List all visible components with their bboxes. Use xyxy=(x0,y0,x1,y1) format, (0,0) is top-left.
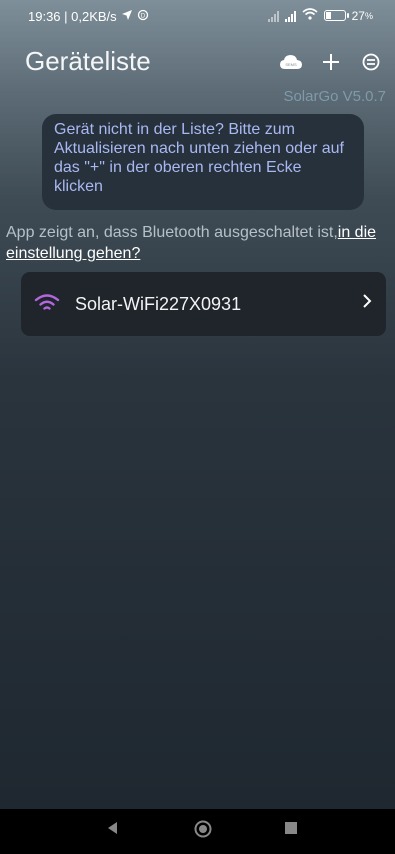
bluetooth-notice: App zeigt an, dass Bluetooth ausgeschalt… xyxy=(6,222,391,264)
svg-text:SEMS: SEMS xyxy=(285,62,297,67)
toolbar: SEMS xyxy=(279,50,383,74)
system-nav-bar xyxy=(0,809,395,854)
svg-text:D: D xyxy=(141,14,146,20)
notification-icon: D xyxy=(137,9,149,24)
location-arrow-icon xyxy=(121,9,133,24)
battery-level: 27 xyxy=(351,8,365,23)
home-icon[interactable] xyxy=(193,819,213,844)
plus-icon[interactable] xyxy=(319,50,343,74)
battery-icon xyxy=(323,10,349,21)
wifi-status-icon xyxy=(302,8,318,23)
hint-banner: Gerät nicht in der Liste? Bitte zum Aktu… xyxy=(42,114,364,210)
status-bar: 19:36 | 0,2KB/s D 27% xyxy=(0,0,395,30)
back-icon[interactable] xyxy=(105,820,119,841)
app-version: SolarGo V5.0.7 xyxy=(283,88,386,105)
wifi-icon xyxy=(33,292,61,314)
status-time-speed: 19:36 | 0,2KB/s xyxy=(28,9,117,24)
cloud-icon[interactable]: SEMS xyxy=(279,50,303,74)
page-title: Geräteliste xyxy=(25,46,151,76)
signal-icon xyxy=(267,10,279,22)
status-right: 27% xyxy=(267,8,373,23)
chevron-right-icon xyxy=(362,293,372,309)
device-list-item[interactable]: Solar-WiFi227X0931 xyxy=(21,272,386,336)
signal-icon xyxy=(284,10,296,22)
status-left: 19:36 | 0,2KB/s D xyxy=(28,9,149,24)
menu-icon[interactable] xyxy=(359,50,383,74)
recents-icon[interactable] xyxy=(284,821,298,840)
bluetooth-notice-text: App zeigt an, dass Bluetooth ausgeschalt… xyxy=(6,224,338,241)
device-name: Solar-WiFi227X0931 xyxy=(75,294,242,314)
top-bar: Geräteliste SEMS xyxy=(0,40,395,88)
